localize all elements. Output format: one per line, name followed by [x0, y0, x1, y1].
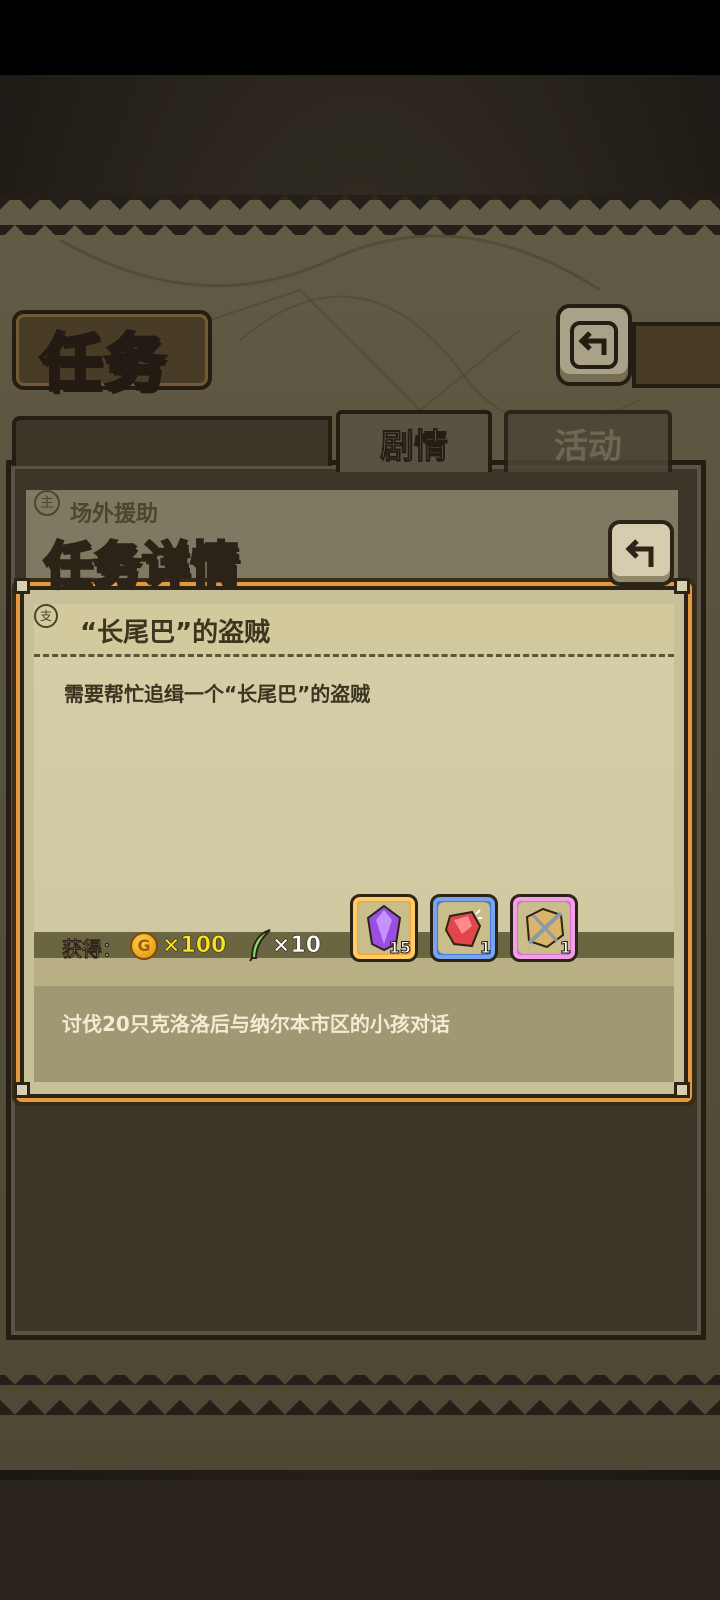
- item-count: 1: [559, 938, 571, 958]
- item-count: 1: [479, 938, 491, 958]
- modal-back-button[interactable]: [608, 520, 674, 586]
- frame-corner: [674, 1082, 690, 1098]
- frame-corner: [674, 578, 690, 594]
- reward-item-ore[interactable]: 1: [430, 894, 498, 962]
- feather-icon: [249, 929, 271, 962]
- gold-coin-icon: G: [130, 932, 158, 960]
- quest-title: “长尾巴”的盗贼: [80, 618, 271, 648]
- reward-item-crystal[interactable]: 15: [350, 894, 418, 962]
- back-arrow-icon: [625, 539, 654, 567]
- gold-amount: ×100: [162, 933, 227, 959]
- reward-label: 获得：: [62, 937, 123, 962]
- quest-description: 需要帮忙追缉一个“长尾巴”的盗贼: [64, 682, 371, 706]
- modal-heading: 任务详情: [42, 536, 241, 595]
- nav-bar: [0, 1480, 720, 1600]
- quest-type-icon: 支: [34, 604, 58, 628]
- status-bar: [0, 0, 720, 75]
- game-screen: 任务 剧情 活动 主 场外援助 支 “长尾巴”的盗贼 需要帮忙追缉一个“长尾巴”…: [0, 0, 720, 1600]
- quest-objective: 讨伐20只克洛洛后与纳尔本市区的小孩对话: [62, 1012, 450, 1036]
- item-count: 15: [388, 938, 411, 958]
- reward-bar-shadow: [34, 958, 674, 986]
- frame-corner: [14, 1082, 30, 1098]
- reward-item-bundle[interactable]: 1: [510, 894, 578, 962]
- divider: [34, 654, 674, 657]
- frame-corner: [14, 578, 30, 594]
- feather-amount: ×10: [272, 933, 322, 959]
